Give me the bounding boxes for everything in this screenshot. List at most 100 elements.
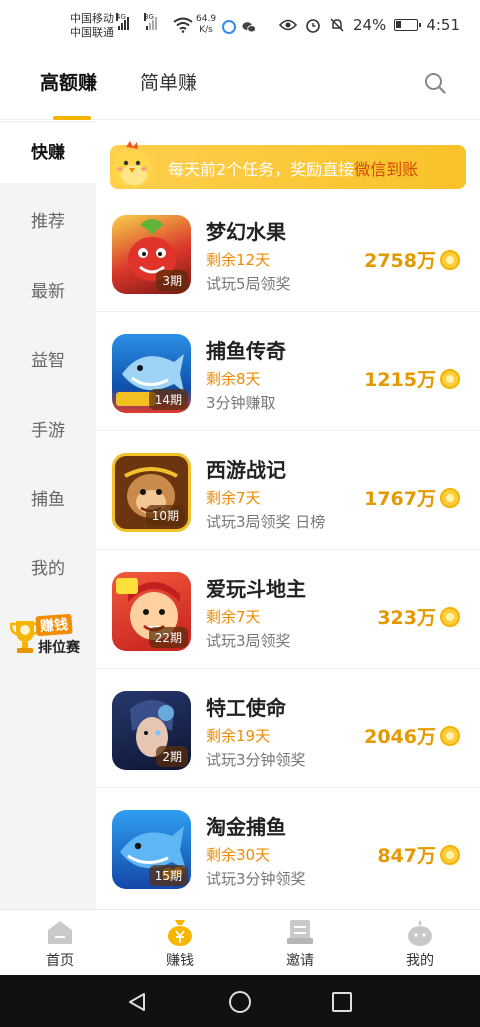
sidebar-item-mobile-games[interactable]: 手游 (0, 401, 96, 461)
home-circle-icon[interactable] (228, 990, 252, 1014)
issue-badge: 10期 (145, 505, 185, 526)
status-right: 24% 4:51 (278, 16, 460, 34)
coin-icon (440, 725, 460, 746)
coin-icon (440, 368, 460, 389)
money-bag-icon (168, 920, 192, 946)
sidebar-item-fishing[interactable]: 捕鱼 (0, 470, 96, 530)
game-days-left: 剩余30天 (206, 846, 271, 864)
nav-profile[interactable]: 我的 (360, 910, 480, 976)
game-row[interactable]: 3期 梦幻水果 剩余12天 试玩5局领奖 2758万 (96, 193, 480, 312)
wifi-icon (173, 17, 193, 33)
carrier-2: 中国联通 (70, 26, 114, 39)
game-title: 西游战记 (206, 458, 286, 482)
category-sidebar: 快赚 推荐 最新 益智 手游 捕鱼 我的 赚钱 排位赛 (0, 121, 96, 909)
nav-earn[interactable]: 赚钱 (120, 910, 240, 976)
game-icon-fruit: 3期 (112, 215, 191, 294)
profile-icon (408, 920, 432, 946)
game-icon-journey-west: 10期 (112, 453, 191, 532)
game-description: 3分钟赚取 (206, 394, 276, 412)
issue-badge: 22期 (148, 627, 188, 648)
battery-percent: 24% (352, 16, 387, 34)
game-reward: 847万 (377, 841, 460, 868)
nav-home-label: 首页 (46, 953, 74, 969)
game-days-left: 剩余12天 (206, 251, 271, 269)
game-days-left: 剩余7天 (206, 608, 261, 626)
game-reward: 1215万 (364, 365, 460, 392)
promo-banner[interactable]: 每天前2个任务，奖励直接微信到账 (110, 145, 466, 189)
network-speed-unit: K/s (199, 25, 213, 35)
game-row[interactable]: 14期 捕鱼传奇 剩余8天 3分钟赚取 1215万 (96, 312, 480, 431)
issue-badge: 15期 (148, 865, 188, 886)
nav-profile-label: 我的 (406, 953, 434, 969)
rank-badge-line2: 排位赛 (38, 640, 80, 656)
nav-earn-label: 赚钱 (166, 953, 194, 969)
sidebar-item-puzzle[interactable]: 益智 (0, 331, 96, 391)
reward-amount: 1215万 (364, 369, 436, 391)
mute-icon (330, 18, 344, 32)
game-title: 爱玩斗地主 (206, 577, 306, 601)
coin-icon (440, 249, 460, 270)
sidebar-item-quick[interactable]: 快赚 (0, 123, 96, 183)
game-description: 试玩5局领奖 (206, 275, 291, 293)
issue-badge: 2期 (156, 746, 188, 767)
sidebar-item-mine[interactable]: 我的 (0, 539, 96, 599)
network-type-2: 3G (144, 13, 154, 21)
tab-high-earn[interactable]: 高额赚 (40, 68, 97, 95)
rank-badge-line1: 赚钱 (35, 613, 73, 637)
game-description: 试玩3局领奖 (206, 632, 291, 650)
carrier-labels: 中国移动 中国联通 (70, 12, 114, 40)
game-icon-fishing-legend: 14期 (112, 334, 191, 413)
reward-amount: 2046万 (364, 726, 436, 748)
search-icon[interactable] (424, 72, 446, 94)
tab-easy-earn[interactable]: 简单赚 (140, 68, 197, 95)
status-bar: 中国移动 中国联通 4G 3G 64.9 K/s 24% 4:51 (0, 0, 480, 56)
issue-badge: 3期 (156, 270, 188, 291)
game-row[interactable]: 10期 西游战记 剩余7天 试玩3局领奖 日榜 1767万 (96, 431, 480, 550)
tab-active-indicator (53, 116, 91, 120)
game-title: 梦幻水果 (206, 220, 286, 244)
game-row[interactable]: 2期 特工使命 剩余19天 试玩3分钟领奖 2046万 (96, 669, 480, 788)
promo-banner-main: 每天前2个任务，奖励直接 (168, 160, 355, 179)
issue-badge: 14期 (148, 389, 188, 410)
coin-icon (440, 844, 460, 865)
app-notification-icon (222, 20, 236, 34)
nav-home[interactable]: 首页 (0, 910, 120, 976)
game-title: 淘金捕鱼 (206, 815, 286, 839)
back-icon[interactable] (126, 991, 148, 1013)
network-speed: 64.9 K/s (196, 14, 216, 36)
invite-icon (287, 920, 313, 944)
chick-mascot-icon (112, 141, 152, 188)
game-row[interactable]: 15期 淘金捕鱼 剩余30天 试玩3分钟领奖 847万 (96, 788, 480, 907)
earning-rank-badge[interactable]: 赚钱 排位赛 (8, 609, 88, 669)
bottom-nav: 首页 赚钱 邀请 我的 (0, 909, 480, 975)
game-days-left: 剩余19天 (206, 727, 271, 745)
battery-icon (394, 19, 422, 31)
system-navigation-bar (0, 975, 480, 1027)
reward-amount: 1767万 (364, 488, 436, 510)
game-description: 试玩3局领奖 日榜 (206, 513, 326, 531)
signal-icon-2: 3G (144, 13, 157, 30)
game-reward: 2758万 (364, 246, 460, 273)
promo-banner-text: 每天前2个任务，奖励直接微信到账 (168, 156, 418, 180)
sidebar-item-latest[interactable]: 最新 (0, 262, 96, 322)
reward-amount: 847万 (377, 845, 436, 867)
top-tab-bar: 高额赚 简单赚 (0, 56, 480, 120)
game-icon-agent-mission: 2期 (112, 691, 191, 770)
reward-amount: 323万 (377, 607, 436, 629)
game-title: 捕鱼传奇 (206, 339, 286, 363)
game-reward: 1767万 (364, 484, 460, 511)
nav-invite[interactable]: 邀请 (240, 910, 360, 976)
game-description: 试玩3分钟领奖 (206, 751, 306, 769)
eye-icon (278, 19, 297, 31)
game-icon-gold-fishing: 15期 (112, 810, 191, 889)
sidebar-item-recommend[interactable]: 推荐 (0, 192, 96, 252)
recents-icon[interactable] (331, 991, 353, 1013)
game-row[interactable]: 22期 爱玩斗地主 剩余7天 试玩3局领奖 323万 (96, 550, 480, 669)
game-description: 试玩3分钟领奖 (206, 870, 306, 888)
game-days-left: 剩余8天 (206, 370, 261, 388)
clock: 4:51 (426, 16, 460, 34)
nav-invite-label: 邀请 (286, 953, 314, 969)
network-type-1: 4G (116, 13, 126, 21)
promo-banner-highlight: 微信到账 (354, 160, 419, 179)
game-reward: 323万 (377, 603, 460, 630)
